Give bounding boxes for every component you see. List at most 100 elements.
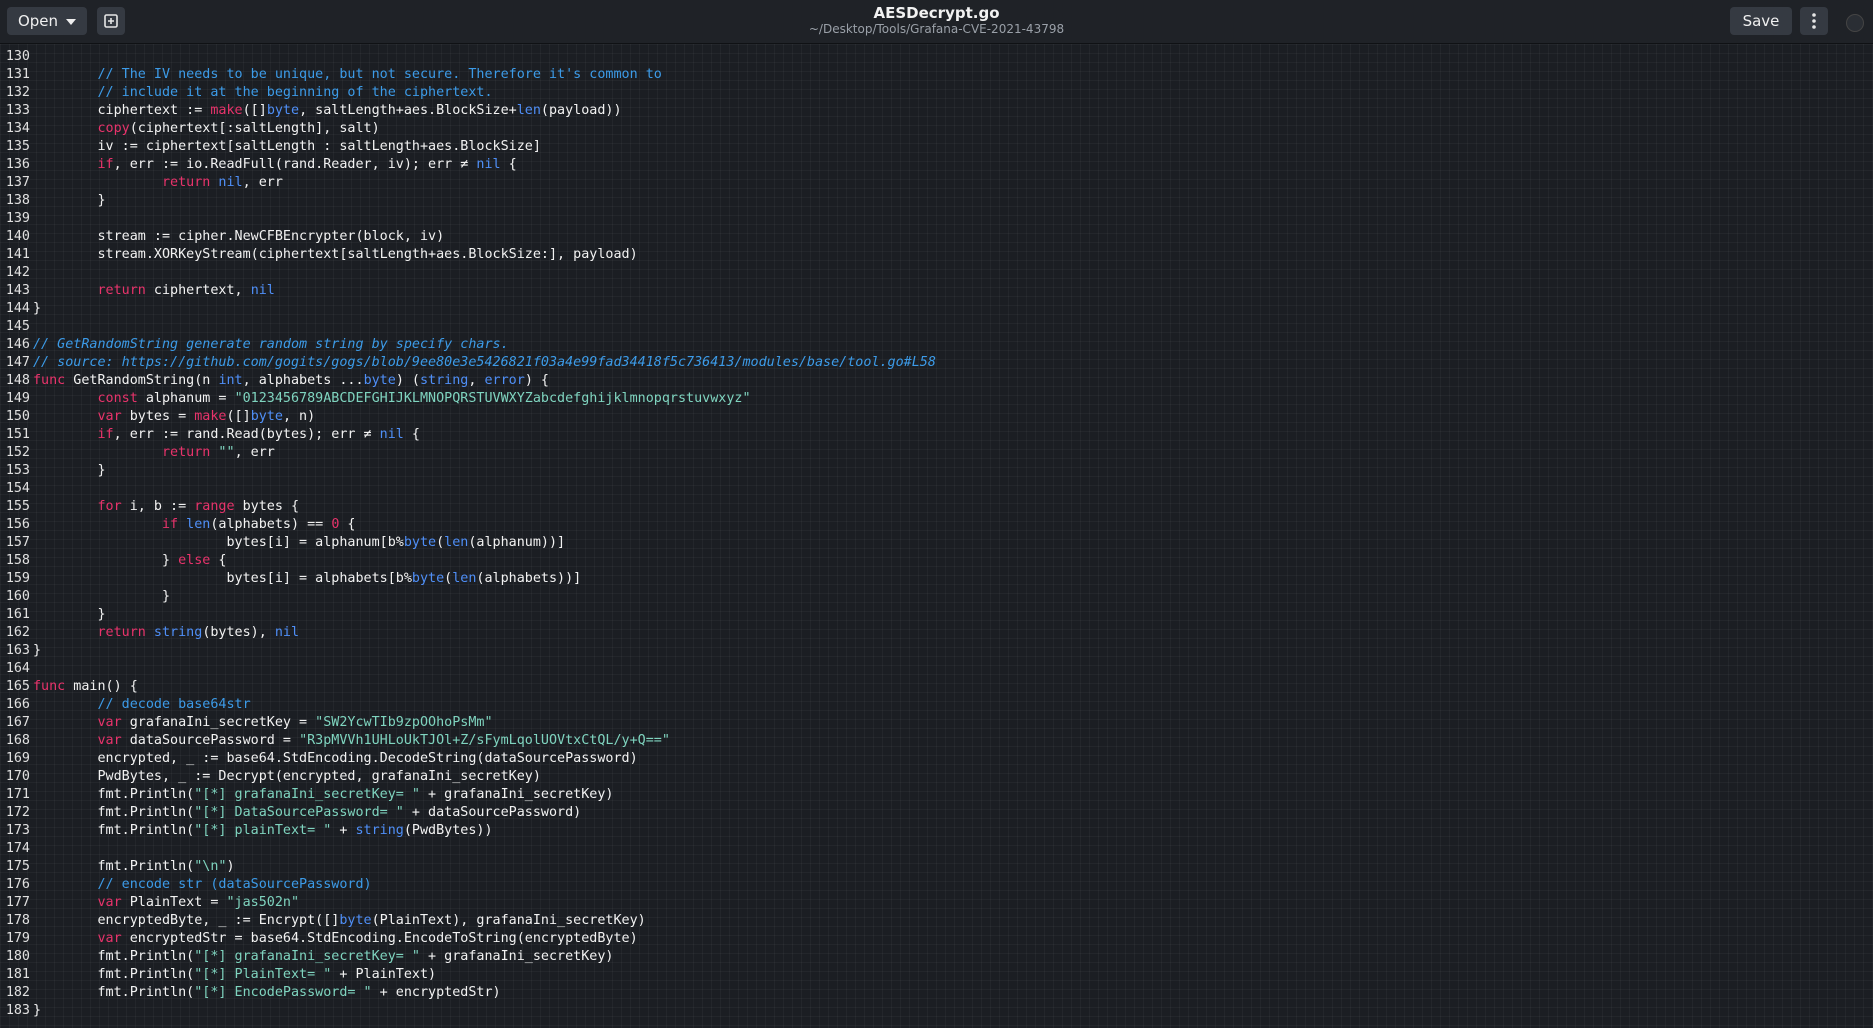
code-line[interactable]: 143 return ciphertext, nil bbox=[0, 282, 1873, 300]
code-line[interactable]: 176 // encode str (dataSourcePassword) bbox=[0, 876, 1873, 894]
code-line[interactable]: 137 return nil, err bbox=[0, 174, 1873, 192]
code-line[interactable]: 180 fmt.Println("[*] grafanaIni_secretKe… bbox=[0, 948, 1873, 966]
window-title-area: AESDecrypt.go ~/Desktop/Tools/Grafana-CV… bbox=[0, 4, 1873, 37]
code-line[interactable]: 136 if, err := io.ReadFull(rand.Reader, … bbox=[0, 156, 1873, 174]
code-line[interactable]: 138 } bbox=[0, 192, 1873, 210]
window-control-button[interactable] bbox=[1846, 14, 1864, 32]
code-line[interactable]: 134 copy(ciphertext[:saltLength], salt) bbox=[0, 120, 1873, 138]
code-token: main() { bbox=[65, 679, 138, 694]
code-token: + encryptedStr) bbox=[371, 985, 501, 1000]
code-token: ) bbox=[226, 859, 235, 874]
code-line[interactable]: 157 bytes[i] = alphanum[b%byte(len(alpha… bbox=[0, 534, 1873, 552]
new-document-button[interactable] bbox=[97, 7, 125, 35]
code-token: { bbox=[500, 157, 517, 172]
line-number: 168 bbox=[5, 733, 30, 748]
code-token: "R3pMVVh1UHLoUkTJOl+Z/sFymLqolUOVtxCtQL/… bbox=[299, 733, 670, 748]
code-token: nil bbox=[476, 157, 501, 172]
code-line[interactable]: 141 stream.XORKeyStream(ciphertext[saltL… bbox=[0, 246, 1873, 264]
line-number: 143 bbox=[5, 283, 30, 298]
code-line[interactable]: 148 func GetRandomString(n int, alphabets… bbox=[0, 372, 1873, 390]
code-line[interactable]: 135 iv := ciphertext[saltLength : saltLe… bbox=[0, 138, 1873, 156]
save-button[interactable]: Save bbox=[1730, 7, 1792, 35]
code-line[interactable]: 169 encrypted, _ := base64.StdEncoding.D… bbox=[0, 750, 1873, 768]
code-line[interactable]: 174 bbox=[0, 840, 1873, 858]
code-line[interactable]: 131 // The IV needs to be unique, but no… bbox=[0, 66, 1873, 84]
line-number: 159 bbox=[5, 571, 30, 586]
code-token: func bbox=[33, 373, 66, 388]
code-token: byte bbox=[250, 409, 283, 424]
code-token: } bbox=[33, 589, 171, 604]
code-line[interactable]: 179 var encryptedStr = base64.StdEncodin… bbox=[0, 930, 1873, 948]
line-code: // decode base64str bbox=[30, 696, 250, 714]
line-number: 160 bbox=[5, 589, 30, 604]
code-line[interactable]: 156 if len(alphabets) == 0 { bbox=[0, 516, 1873, 534]
file-path: ~/Desktop/Tools/Grafana-CVE-2021-43798 bbox=[808, 22, 1065, 36]
code-token: , saltLength+aes.BlockSize+ bbox=[299, 103, 517, 118]
code-line[interactable]: 152 return "", err bbox=[0, 444, 1873, 462]
line-number: 136 bbox=[5, 157, 30, 172]
code-line[interactable]: 149 const alphanum = "0123456789ABCDEFGH… bbox=[0, 390, 1873, 408]
code-line[interactable]: 163} bbox=[0, 642, 1873, 660]
code-token: (alphabets) == bbox=[210, 517, 332, 532]
code-token: i, b := bbox=[121, 499, 195, 514]
code-line[interactable]: 154 bbox=[0, 480, 1873, 498]
code-token: nil bbox=[250, 283, 275, 298]
code-token: iv := ciphertext[saltLength : saltLength… bbox=[33, 139, 541, 154]
code-line[interactable]: 139 bbox=[0, 210, 1873, 228]
code-line[interactable]: 158 } else { bbox=[0, 552, 1873, 570]
code-line[interactable]: 182 fmt.Println("[*] EncodePassword= " +… bbox=[0, 984, 1873, 1002]
code-line[interactable]: 146// GetRandomString generate random st… bbox=[0, 336, 1873, 354]
main-menu-button[interactable] bbox=[1800, 7, 1828, 35]
code-line[interactable]: 145 bbox=[0, 318, 1873, 336]
code-line[interactable]: 151 if, err := rand.Read(bytes); err ≠ n… bbox=[0, 426, 1873, 444]
code-token: // GetRandomString generate random strin… bbox=[33, 337, 509, 352]
code-line[interactable]: 147// source: https://github.com/gogits/… bbox=[0, 354, 1873, 372]
code-line[interactable]: 178 encryptedByte, _ := Encrypt([]byte(P… bbox=[0, 912, 1873, 930]
code-editor[interactable]: 130 131 // The IV needs to be unique, but… bbox=[0, 44, 1873, 1028]
code-line[interactable]: 140 stream := cipher.NewCFBEncrypter(blo… bbox=[0, 228, 1873, 246]
code-line[interactable]: 133 ciphertext := make([]byte, saltLengt… bbox=[0, 102, 1873, 120]
code-line[interactable]: 155 for i, b := range bytes { bbox=[0, 498, 1873, 516]
code-line[interactable]: 150 var bytes = make([]byte, n) bbox=[0, 408, 1873, 426]
line-number: 175 bbox=[5, 859, 30, 874]
code-line[interactable]: 183} bbox=[0, 1002, 1873, 1020]
code-line[interactable]: 172 fmt.Println("[*] DataSourcePassword=… bbox=[0, 804, 1873, 822]
code-token: // encode str (dataSourcePassword) bbox=[33, 877, 372, 892]
code-line[interactable]: 130 bbox=[0, 48, 1873, 66]
code-token: PwdBytes, _ := Decrypt(encrypted, grafan… bbox=[33, 769, 541, 784]
code-token: make bbox=[194, 409, 227, 424]
code-line[interactable]: 159 bytes[i] = alphabets[b%byte(len(alph… bbox=[0, 570, 1873, 588]
chevron-down-icon bbox=[66, 19, 77, 25]
code-line[interactable]: 153 } bbox=[0, 462, 1873, 480]
code-line[interactable]: 168 var dataSourcePassword = "R3pMVVh1UH… bbox=[0, 732, 1873, 750]
code-line[interactable]: 177 var PlainText = "jas502n" bbox=[0, 894, 1873, 912]
code-token: (ciphertext[:saltLength], salt) bbox=[129, 121, 380, 136]
code-token: fmt.Println( bbox=[33, 967, 195, 982]
open-button[interactable]: Open bbox=[7, 7, 87, 35]
code-line[interactable]: 132 // include it at the beginning of th… bbox=[0, 84, 1873, 102]
code-line[interactable]: 142 bbox=[0, 264, 1873, 282]
code-line[interactable]: 161 } bbox=[0, 606, 1873, 624]
code-line[interactable]: 162 return string(bytes), nil bbox=[0, 624, 1873, 642]
code-line[interactable]: 175 fmt.Println("\n") bbox=[0, 858, 1873, 876]
code-token: // The IV needs to be unique, but not se… bbox=[33, 67, 662, 82]
code-line[interactable]: 160 } bbox=[0, 588, 1873, 606]
code-line[interactable]: 171 fmt.Println("[*] grafanaIni_secretKe… bbox=[0, 786, 1873, 804]
code-line[interactable]: 181 fmt.Println("[*] PlainText= " + Plai… bbox=[0, 966, 1873, 984]
code-token: ciphertext, bbox=[145, 283, 251, 298]
code-line[interactable]: 165 func main() { bbox=[0, 678, 1873, 696]
code-line[interactable]: 164 bbox=[0, 660, 1873, 678]
code-token: fmt.Println( bbox=[33, 805, 195, 820]
code-token: { bbox=[339, 517, 356, 532]
code-line[interactable]: 166 // decode base64str bbox=[0, 696, 1873, 714]
line-code: ciphertext := make([]byte, saltLength+ae… bbox=[30, 102, 621, 120]
code-token: const bbox=[33, 391, 138, 406]
code-token: { bbox=[403, 427, 420, 442]
code-line[interactable]: 167 var grafanaIni_secretKey = "SW2YcwTI… bbox=[0, 714, 1873, 732]
code-line[interactable]: 170 PwdBytes, _ := Decrypt(encrypted, gr… bbox=[0, 768, 1873, 786]
line-number: 176 bbox=[5, 877, 30, 892]
code-line[interactable]: 144} bbox=[0, 300, 1873, 318]
code-token: byte bbox=[363, 373, 396, 388]
code-line[interactable]: 173 fmt.Println("[*] plainText= " + stri… bbox=[0, 822, 1873, 840]
line-number: 177 bbox=[5, 895, 30, 910]
